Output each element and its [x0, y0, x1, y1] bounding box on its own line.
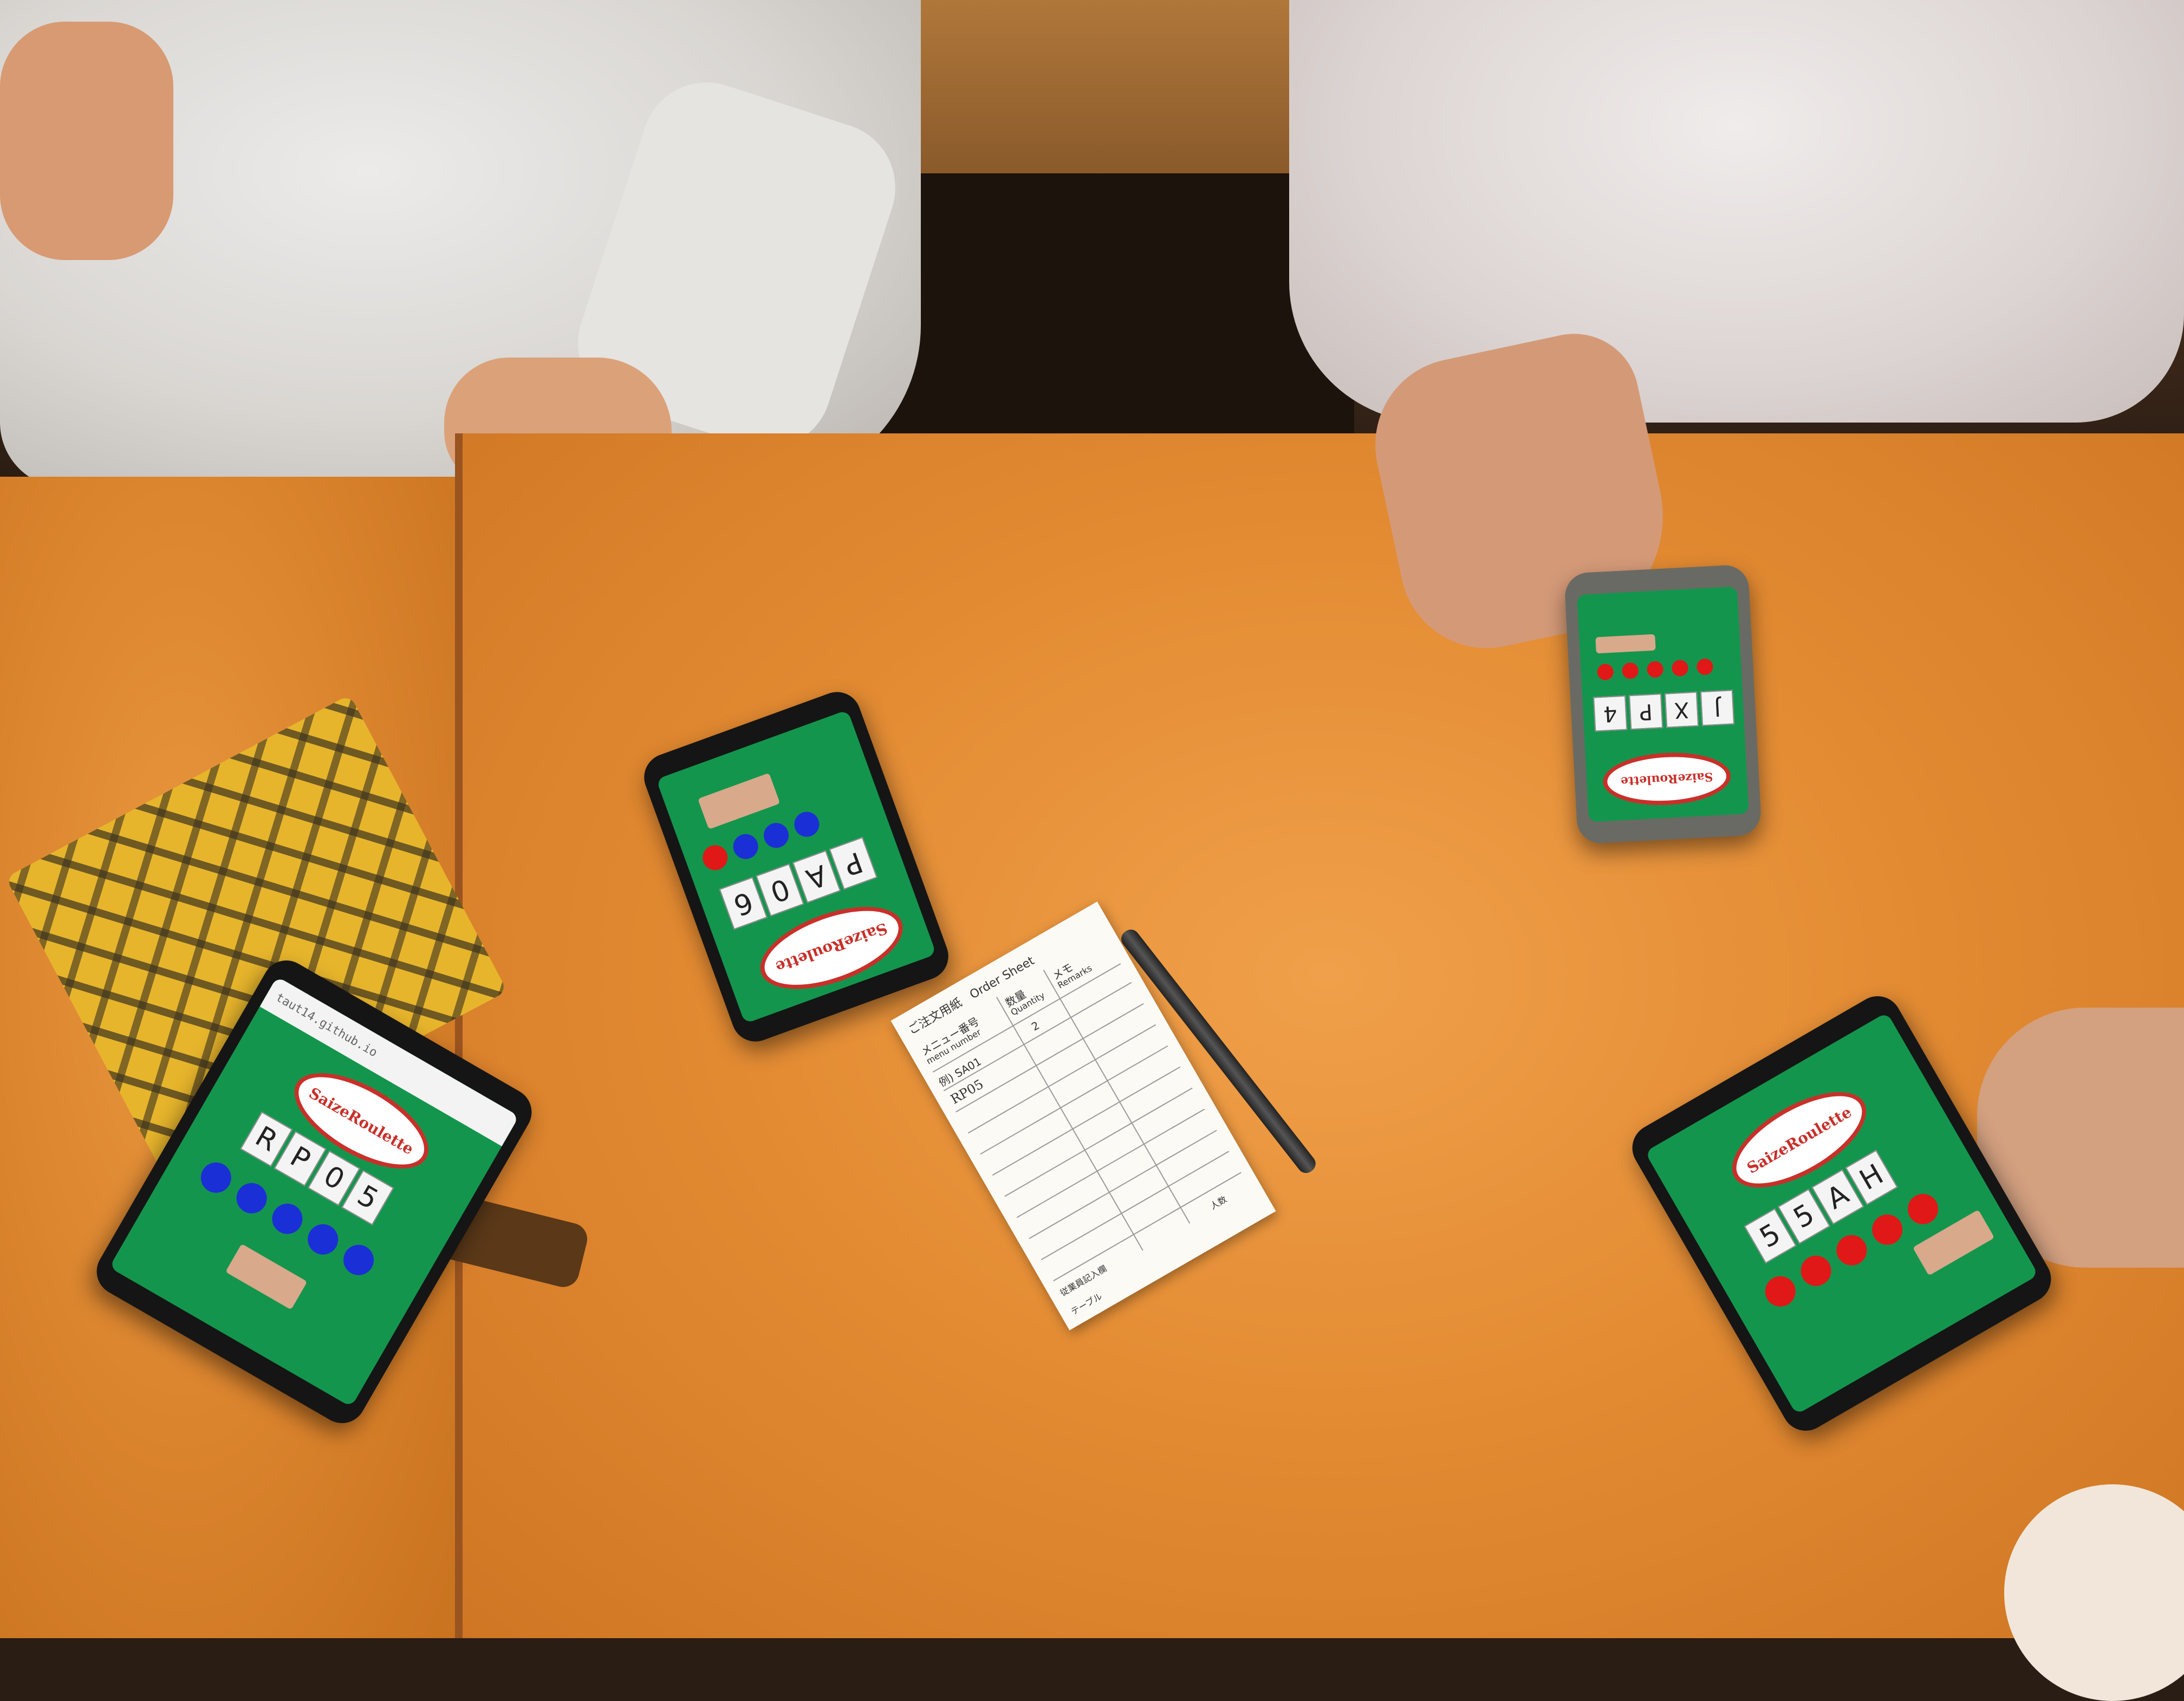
sheet-col-line [996, 997, 1143, 1251]
dot-red [1902, 1188, 1944, 1230]
dot-red [1866, 1209, 1908, 1251]
sheet-line [1041, 1151, 1230, 1261]
dot-red [1596, 663, 1614, 681]
action-button[interactable] [1595, 634, 1656, 654]
dot-red [1696, 658, 1714, 676]
dot-red [1621, 662, 1639, 679]
action-button[interactable] [225, 1243, 308, 1310]
dot-blue [730, 830, 762, 863]
phone-screen[interactable]: J X P 4 SaizeRoulette [1577, 586, 1749, 822]
footer-staff: 従業員記入欄 [1058, 1263, 1109, 1299]
logo-text: SaizeRoulette [1620, 769, 1714, 789]
code-char: J [1700, 690, 1735, 726]
code-char: X [1664, 691, 1699, 728]
table-main [455, 433, 2184, 1638]
dot-red [699, 841, 731, 874]
action-button[interactable] [698, 772, 781, 830]
dot-red [1671, 659, 1689, 677]
saizeroulette-logo: SaizeRoulette [1601, 749, 1732, 808]
dot-blue [760, 819, 792, 852]
result-dots [1596, 658, 1714, 681]
example-qty: 2 [1029, 1018, 1042, 1034]
person-left-fist [0, 22, 173, 260]
footer-people: 人数 [1208, 1193, 1229, 1212]
dot-blue [337, 1239, 380, 1281]
dot-red [1795, 1250, 1837, 1292]
dot-red [1831, 1229, 1873, 1271]
code-char: P [1629, 693, 1663, 730]
code-row: J X P 4 [1593, 690, 1735, 732]
dot-blue [266, 1198, 308, 1240]
dot-blue [790, 808, 823, 841]
dot-blue [195, 1157, 237, 1199]
dot-red [1759, 1270, 1802, 1313]
footer-table: テーブル [1069, 1291, 1104, 1317]
dot-blue [231, 1177, 272, 1219]
logo-text: SaizeRoulette [773, 919, 890, 977]
person-right-shirt [1289, 0, 2184, 423]
code-char: 4 [1593, 695, 1628, 732]
dot-blue [302, 1218, 344, 1261]
phone-top-right: J X P 4 SaizeRoulette [1564, 564, 1762, 845]
logo-text: SaizeRoulette [1744, 1102, 1855, 1177]
dot-red [1646, 660, 1664, 678]
